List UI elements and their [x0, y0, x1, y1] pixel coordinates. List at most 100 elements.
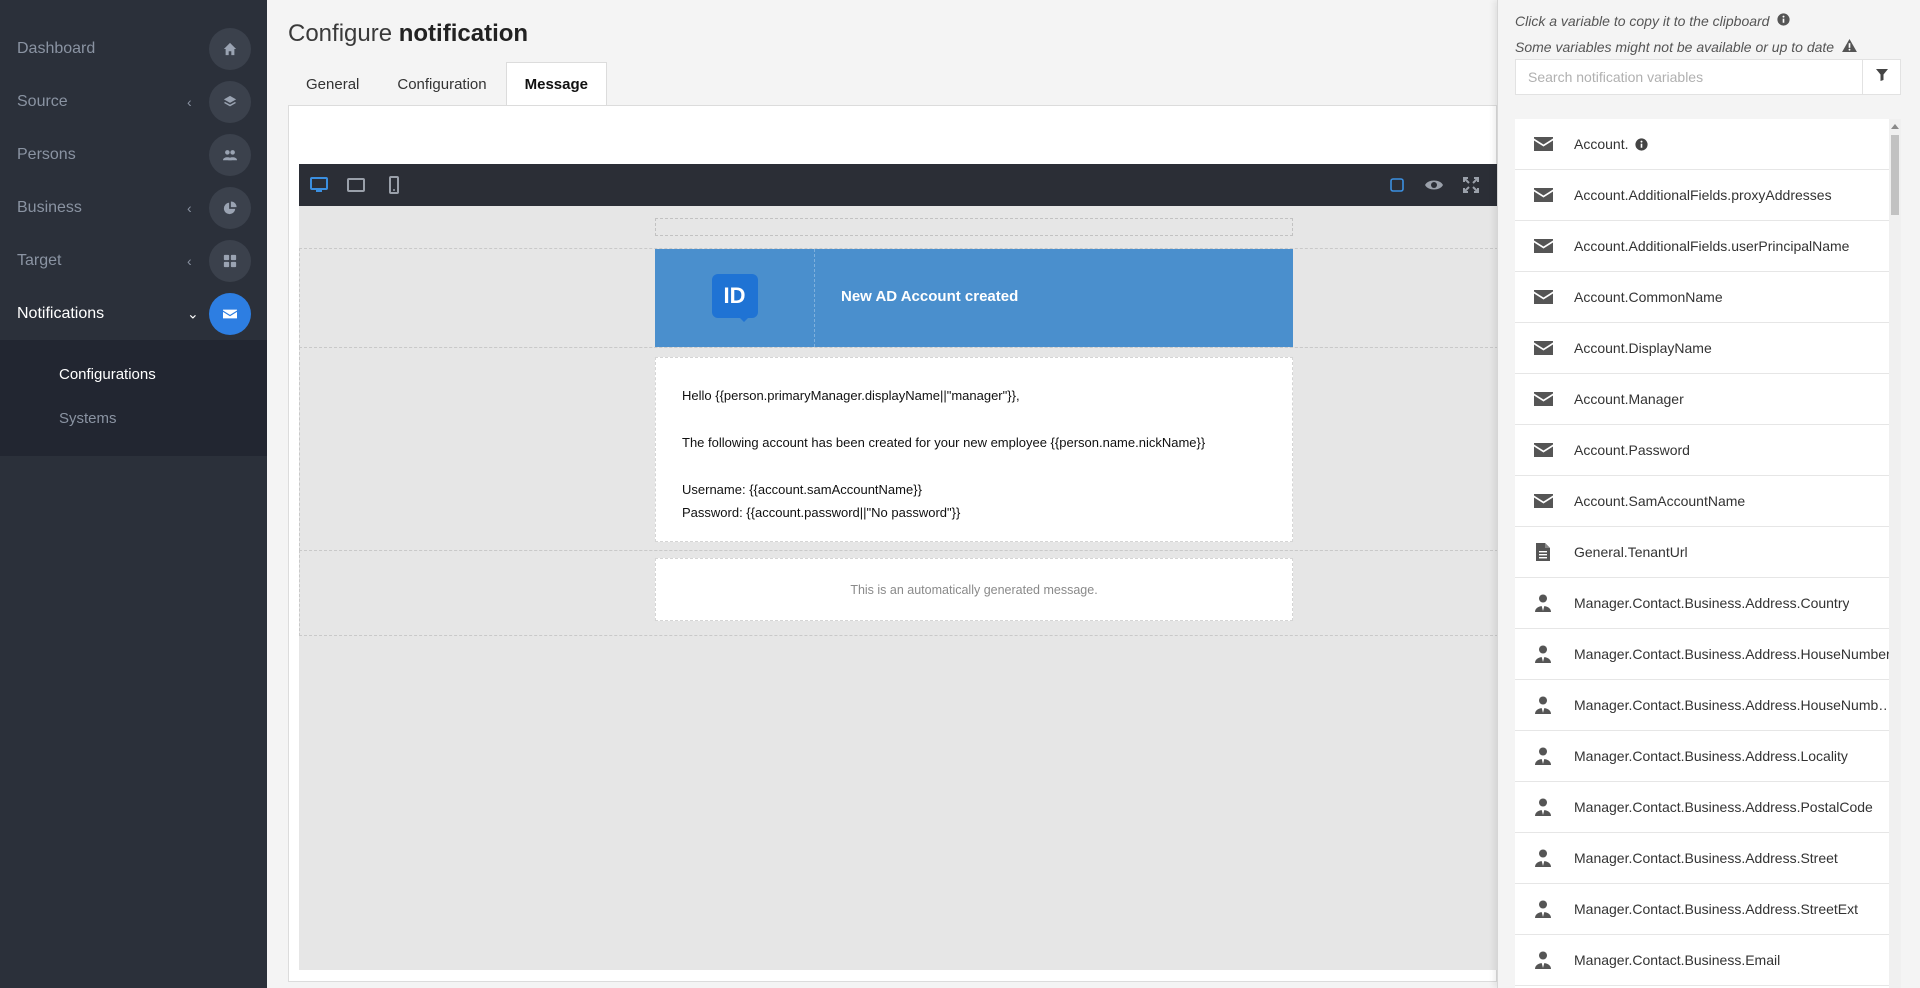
variable-item[interactable]: Manager.Contact.Business.Address.PostalC…	[1515, 782, 1893, 833]
sidebar-item-persons[interactable]: Persons	[0, 128, 267, 181]
info-icon	[1777, 13, 1791, 29]
main-content: Configure notification General Configurat…	[267, 0, 1498, 988]
person-icon	[1533, 696, 1553, 714]
editor-toolbar	[299, 164, 1498, 206]
preview-eye-icon[interactable]	[1422, 173, 1446, 197]
intro-text: The following account has been created f…	[682, 435, 1206, 450]
filter-button[interactable]	[1863, 59, 1901, 95]
person-icon	[1533, 594, 1553, 612]
info-icon	[1635, 137, 1649, 151]
sidebar-item-notifications[interactable]: Notifications ⌄	[0, 287, 267, 340]
variable-item[interactable]: Manager.Contact.Business.Address.Localit…	[1515, 731, 1893, 782]
variable-label: Account.AdditionalFields.proxyAddresses	[1574, 187, 1832, 203]
tab-bar: General Configuration Message	[287, 62, 607, 106]
warning-hint: Some variables might not be available or…	[1515, 39, 1858, 55]
username-text: Username: {{account.samAccountName}}	[682, 482, 922, 497]
mobile-view-icon[interactable]	[382, 173, 406, 197]
sidebar-item-business[interactable]: Business ‹	[0, 181, 267, 234]
desktop-view-icon[interactable]	[307, 173, 331, 197]
email-footer-block[interactable]: This is an automatically generated messa…	[655, 558, 1293, 621]
sidebar-item-label: Notifications	[17, 304, 105, 322]
subnav-item-configurations[interactable]: Configurations	[0, 352, 267, 396]
envelope-icon	[1533, 494, 1553, 508]
sidebar-item-target[interactable]: Target ‹	[0, 234, 267, 287]
envelope-icon	[1533, 188, 1553, 202]
variable-label: Account.Password	[1574, 442, 1690, 458]
variable-item[interactable]: Manager.Contact.Business.Address.HouseNu…	[1515, 680, 1893, 731]
variable-label: Manager.Contact.Business.Address.PostalC…	[1574, 799, 1873, 815]
notifications-subnav: Configurations Systems	[0, 340, 267, 456]
tablet-view-icon[interactable]	[344, 173, 368, 197]
sidebar-item-label: Business	[17, 198, 82, 216]
sidebar-item-dashboard[interactable]: Dashboard	[0, 22, 267, 75]
variable-item[interactable]: General.TenantUrl	[1515, 527, 1893, 578]
footer-text: This is an automatically generated messa…	[850, 582, 1098, 597]
variable-label: Account.SamAccountName	[1574, 493, 1746, 509]
envelope-icon	[1533, 443, 1553, 457]
sidebar-item-label: Target	[17, 251, 62, 269]
variable-label: Manager.Contact.Business.Address.StreetE…	[1574, 901, 1859, 917]
variable-search	[1515, 59, 1901, 95]
variable-item[interactable]: Account.SamAccountName	[1515, 476, 1893, 527]
person-icon	[1533, 747, 1553, 765]
variable-item[interactable]: Account.Manager	[1515, 374, 1893, 425]
variable-item[interactable]: Manager.Contact.Business.Address.StreetE…	[1515, 884, 1893, 935]
variable-label: Account.DisplayName	[1574, 340, 1712, 356]
page-title-bold: notification	[398, 20, 529, 47]
email-editor: ID New AD Account created Hello {{person…	[299, 164, 1498, 970]
variables-list: Account. Account.AdditionalFields.proxyAd…	[1515, 119, 1893, 988]
variable-item[interactable]: Account.AdditionalFields.userPrincipalNa…	[1515, 221, 1893, 272]
variable-label: Account.CommonName	[1574, 289, 1723, 305]
email-body-block[interactable]: Hello {{person.primaryManager.displayNam…	[655, 357, 1293, 542]
chevron-left-icon: ‹	[187, 93, 192, 110]
fullscreen-icon[interactable]	[1459, 173, 1483, 197]
chevron-left-icon: ‹	[187, 252, 192, 269]
person-icon	[1533, 849, 1553, 867]
chevron-down-icon: ⌄	[187, 305, 199, 321]
variable-item[interactable]: Manager.Contact.Business.Address.HouseNu…	[1515, 629, 1893, 680]
grid-icon	[209, 239, 251, 282]
logo-cell[interactable]: ID	[655, 249, 815, 347]
variable-label: Account.AdditionalFields.userPrincipalNa…	[1574, 238, 1850, 254]
variable-item[interactable]: Manager.Contact.Business.Address.Street	[1515, 833, 1893, 884]
variable-item[interactable]: Account.DisplayName	[1515, 323, 1893, 374]
tab-general[interactable]: General	[287, 62, 378, 106]
variables-scrollbar[interactable]	[1889, 119, 1901, 988]
variable-label: Manager.Contact.Business.Email	[1574, 952, 1781, 968]
empty-block[interactable]	[655, 218, 1293, 236]
copy-hint: Click a variable to copy it to the clipb…	[1515, 13, 1791, 29]
nav-list: Dashboard Source ‹ Persons Business ‹ Target ‹ N…	[0, 0, 267, 340]
variable-label: Manager.Contact.Business.Address.HouseNu…	[1574, 697, 1893, 713]
email-header-title[interactable]: New AD Account created	[841, 288, 1018, 305]
sidebar-item-label: Source	[17, 92, 68, 110]
envelope-icon	[1533, 341, 1553, 355]
variable-item[interactable]: Account.AdditionalFields.proxyAddresses	[1515, 170, 1893, 221]
variable-label: Manager.Contact.Business.Address.Country	[1574, 595, 1850, 611]
search-variables-input[interactable]	[1515, 59, 1863, 95]
variable-item[interactable]: Account.CommonName	[1515, 272, 1893, 323]
page-title-light: Configure	[288, 20, 393, 47]
tab-configuration[interactable]: Configuration	[378, 62, 505, 106]
warning-icon	[1842, 39, 1858, 55]
scrollbar-thumb[interactable]	[1891, 135, 1899, 215]
users-icon	[209, 133, 251, 176]
envelope-icon	[1533, 239, 1553, 253]
variable-item[interactable]: Account.	[1515, 119, 1893, 170]
variable-item[interactable]: Manager.Contact.Business.Address.Country	[1515, 578, 1893, 629]
variables-panel: Click a variable to copy it to the clipb…	[1497, 0, 1920, 988]
logo-tail	[736, 314, 752, 322]
subnav-item-systems[interactable]: Systems	[0, 396, 267, 440]
show-borders-icon[interactable]	[1385, 173, 1409, 197]
sidebar-item-source[interactable]: Source ‹	[0, 75, 267, 128]
greeting-text: Hello {{person.primaryManager.displayNam…	[682, 388, 1020, 403]
scroll-up-icon[interactable]	[1889, 119, 1901, 133]
copy-hint-text: Click a variable to copy it to the clipb…	[1515, 13, 1770, 29]
variable-item[interactable]: Account.Password	[1515, 425, 1893, 476]
variable-label: General.TenantUrl	[1574, 544, 1688, 560]
file-icon	[1533, 543, 1553, 561]
warning-hint-text: Some variables might not be available or…	[1515, 39, 1835, 55]
email-header-block[interactable]: ID New AD Account created	[655, 249, 1293, 347]
variable-item[interactable]: Manager.Contact.Business.Email	[1515, 935, 1893, 986]
tab-message[interactable]: Message	[505, 62, 607, 106]
envelope-icon	[1533, 290, 1553, 304]
